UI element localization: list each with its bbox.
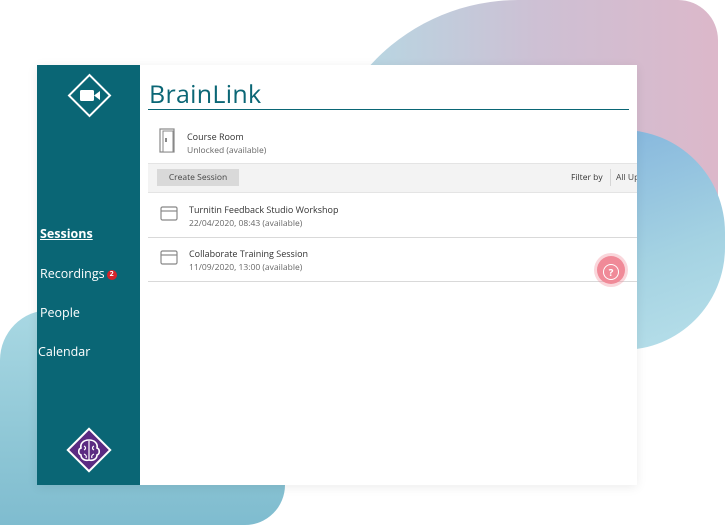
calendar-icon xyxy=(160,250,178,265)
calendar-icon xyxy=(160,206,178,221)
recordings-count-badge: 2 xyxy=(106,269,117,280)
question-mark-icon: ? xyxy=(603,263,619,280)
app-window: Sessions Recordings 2 People Calendar Bra… xyxy=(37,65,637,485)
page-title: BrainLink xyxy=(149,77,262,111)
video-camera-icon[interactable] xyxy=(66,72,113,119)
main-content: BrainLink Course Room Unlocked (availabl… xyxy=(140,65,637,485)
session-row[interactable]: Turnitin Feedback Studio Workshop 22/04/… xyxy=(148,193,637,238)
session-title: Turnitin Feedback Studio Workshop xyxy=(189,203,339,216)
help-button[interactable]: ? xyxy=(597,256,625,284)
filter-select[interactable]: All Upcoming xyxy=(616,172,637,183)
sidebar-item-sessions[interactable]: Sessions xyxy=(40,225,93,242)
sidebar-item-recordings[interactable]: Recordings 2 xyxy=(40,265,117,282)
session-date: 11/09/2020, 13:00 (available) xyxy=(189,262,303,273)
sidebar-item-label: Recordings xyxy=(40,265,105,282)
title-divider xyxy=(148,109,629,110)
course-room-status: Unlocked (available) xyxy=(187,145,267,156)
session-date: 22/04/2020, 08:43 (available) xyxy=(189,218,303,229)
filter-label: Filter by xyxy=(571,172,603,183)
filter-divider xyxy=(610,169,611,186)
sidebar-item-people[interactable]: People xyxy=(40,304,80,321)
course-room-title: Course Room xyxy=(187,130,244,143)
brain-icon xyxy=(64,425,114,475)
course-room-row[interactable]: Course Room Unlocked (available) xyxy=(157,128,266,159)
create-session-button[interactable]: Create Session xyxy=(157,169,239,186)
session-title: Collaborate Training Session xyxy=(189,247,309,260)
sidebar-item-calendar[interactable]: Calendar xyxy=(38,343,90,360)
sidebar: Sessions Recordings 2 People Calendar xyxy=(37,65,140,485)
session-toolbar: Create Session Filter by All Upcoming xyxy=(148,163,637,193)
session-row[interactable]: Collaborate Training Session 11/09/2020,… xyxy=(148,237,637,282)
door-icon xyxy=(159,128,175,153)
